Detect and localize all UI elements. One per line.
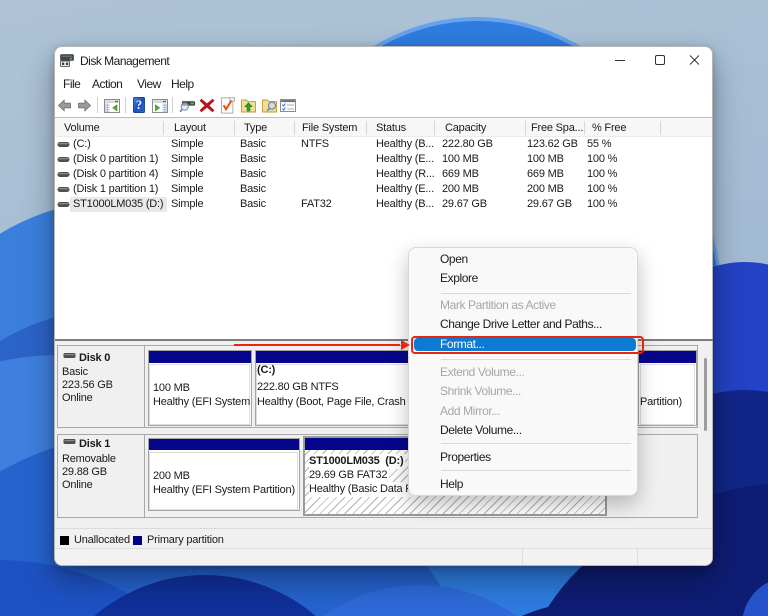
svg-text:?: ? <box>136 98 142 112</box>
